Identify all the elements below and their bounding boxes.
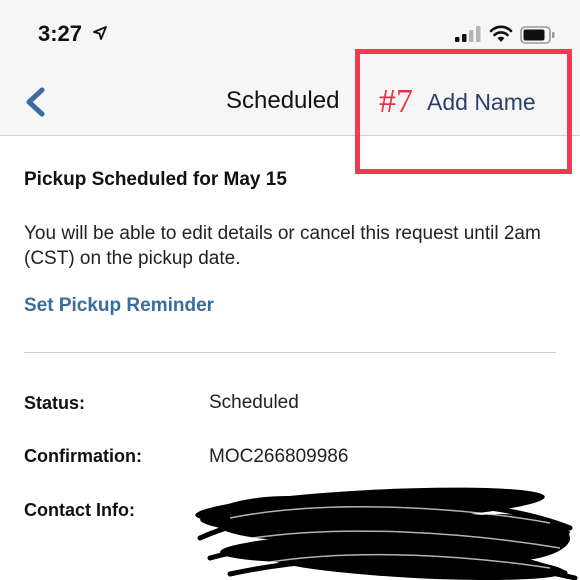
redaction-scribble: [195, 487, 578, 580]
cellular-signal-icon: [455, 26, 481, 42]
battery-icon: [520, 26, 555, 44]
page-title: Scheduled: [226, 87, 340, 114]
contact-info-label: Contact Info:: [24, 500, 135, 520]
status-value: Scheduled: [209, 392, 299, 413]
set-reminder-link[interactable]: Set Pickup Reminder: [24, 295, 214, 317]
divider: [24, 352, 556, 353]
status-time: 3:27: [38, 21, 83, 46]
wifi-icon: [489, 25, 513, 42]
pickup-heading: Pickup Scheduled for May 15: [24, 169, 287, 190]
location-arrow-icon: [93, 26, 107, 40]
chevron-left-icon: [26, 87, 45, 117]
status-label: Status:: [24, 393, 86, 413]
confirmation-value: MOC266809986: [209, 446, 349, 467]
edit-info-text: You will be able to edit details or canc…: [24, 223, 541, 269]
back-button[interactable]: [22, 86, 52, 118]
confirmation-label: Confirmation:: [24, 446, 142, 466]
annotation-label: #7: [379, 83, 413, 120]
add-name-button[interactable]: Add Name: [427, 89, 536, 116]
